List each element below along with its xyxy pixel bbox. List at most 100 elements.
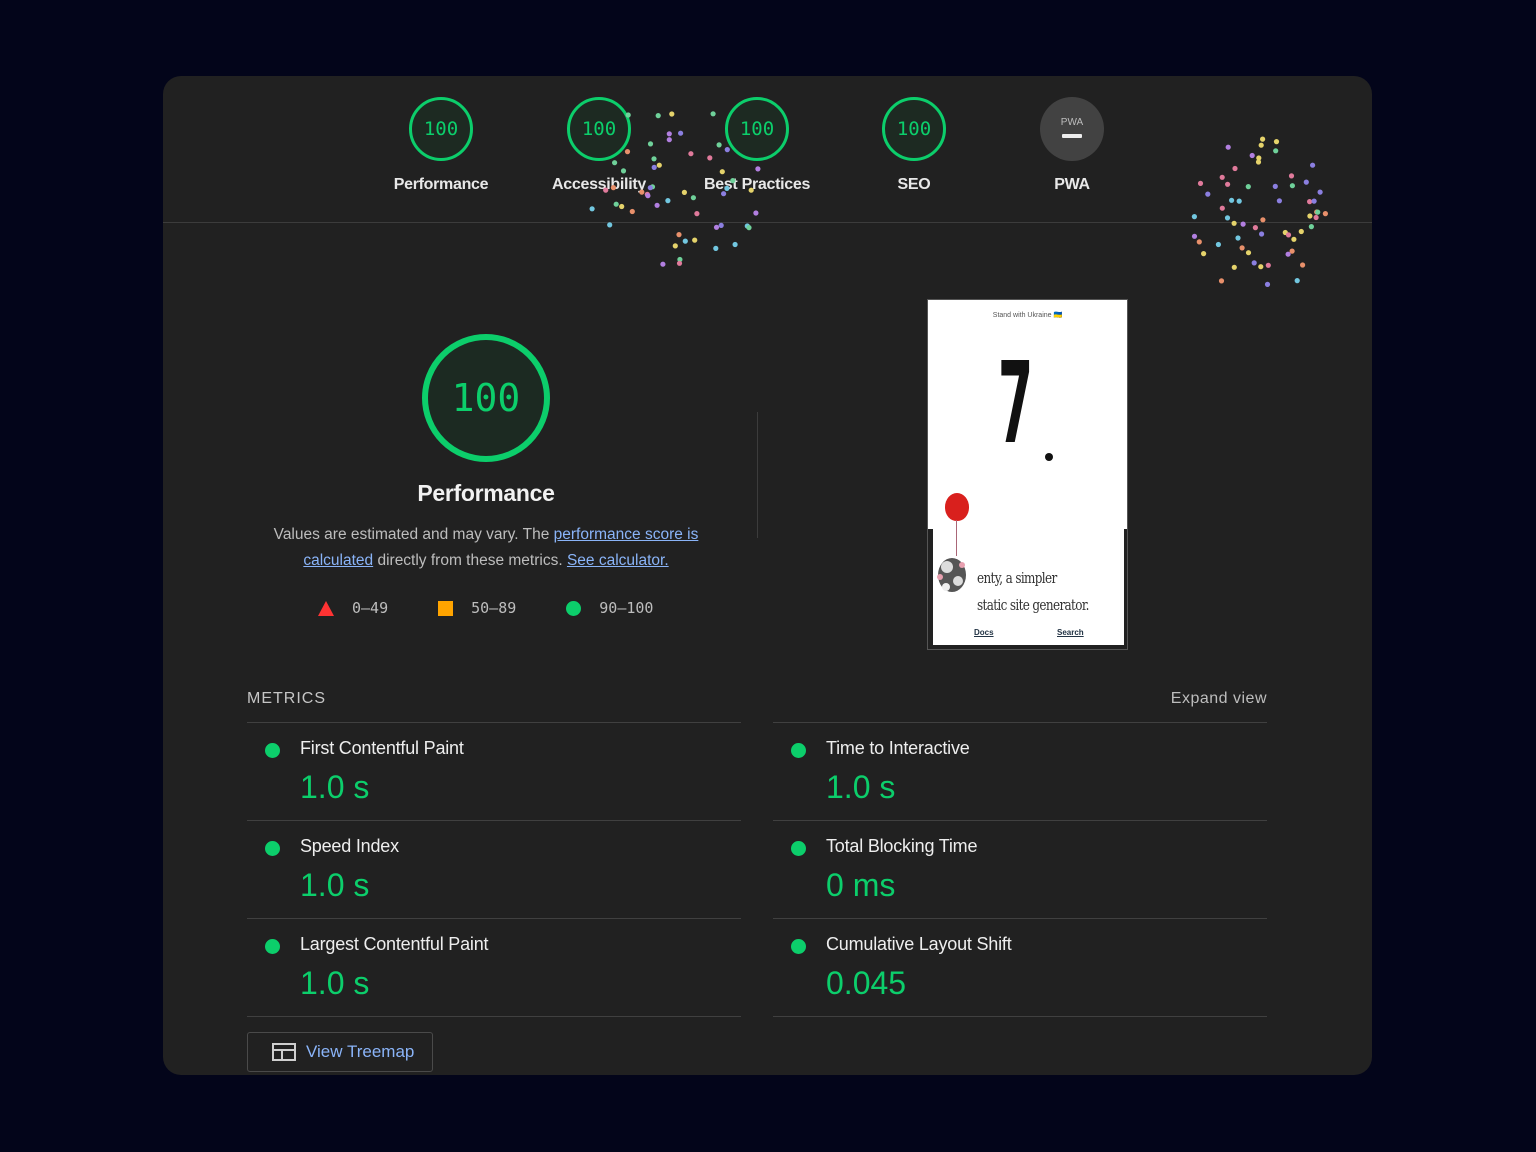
confetti-dot [1298, 228, 1304, 235]
gauge-accessibility[interactable]: 100 Accessibility [519, 97, 679, 194]
pwa-badge-icon: PWA [1040, 97, 1104, 161]
confetti-dot [1218, 278, 1225, 284]
confetti-dot [1289, 248, 1295, 254]
metric-row: Largest Contentful Paint 1.0 s [247, 918, 741, 1017]
gauge-pwa[interactable]: PWA PWA [992, 97, 1152, 194]
metric-name: Largest Contentful Paint [300, 934, 489, 954]
treemap-icon [272, 1043, 296, 1061]
pass-circle-icon [791, 743, 806, 758]
gauge-label: Best Practices [703, 176, 811, 193]
pass-circle-icon [265, 743, 280, 758]
metric-name: Total Blocking Time [826, 836, 978, 856]
confetti-dot [1201, 251, 1207, 257]
vertical-divider [757, 412, 758, 538]
pwa-dash-icon [1062, 133, 1082, 138]
confetti-dot [1285, 232, 1292, 238]
legend-range: 50–89 [471, 599, 517, 617]
square-icon [438, 600, 454, 616]
lighthouse-report-card: 100 Performance 100 Accessibility 100 Be… [163, 76, 1372, 1075]
confetti-dot [1191, 233, 1198, 239]
confetti-dot [1245, 250, 1252, 256]
gauge-ring: 100 [567, 97, 631, 161]
circle-icon [566, 600, 582, 616]
metric-row: Time to Interactive 1.0 s [773, 722, 1267, 820]
confetti-dot [1215, 241, 1221, 248]
confetti-dot [732, 241, 738, 248]
gauge-best-practices[interactable]: 100 Best Practices [677, 97, 837, 194]
screenshot-tagline: enty, a simpler static site generator. [977, 569, 1089, 614]
confetti-dot [677, 256, 683, 263]
legend-pass: 90–100 [566, 599, 653, 617]
gauge-label: Accessibility [552, 176, 646, 193]
confetti-dot [1265, 262, 1271, 268]
pass-circle-icon [791, 841, 806, 856]
desc-text: Values are estimated and may vary. The [273, 526, 554, 543]
legend-range: 0–49 [352, 599, 389, 617]
confetti-dot [718, 222, 724, 228]
confetti-dot [672, 243, 678, 249]
gauge-ring: 100 [882, 97, 946, 161]
treemap-label: View Treemap [306, 1042, 415, 1061]
confetti-dot [1258, 264, 1264, 270]
gauge-ring: 100 [409, 97, 473, 161]
see-calculator-link[interactable]: See calculator. [567, 552, 669, 569]
expand-view-toggle[interactable]: Expand view [1171, 690, 1267, 708]
metric-value: 0.045 [826, 965, 907, 1001]
metric-row: Cumulative Layout Shift 0.045 [773, 918, 1267, 1017]
metric-row: Total Blocking Time 0 ms [773, 820, 1267, 918]
metric-value: 1.0 s [300, 769, 370, 805]
confetti-dot [1285, 251, 1291, 257]
confetti-dot [660, 261, 666, 267]
metric-value: 1.0 s [300, 867, 370, 903]
pass-circle-icon [265, 841, 280, 856]
metric-value: 0 ms [826, 867, 896, 903]
confetti-dot [1282, 229, 1288, 236]
metrics-header: METRICS Expand view [247, 688, 1267, 708]
gauge-label: PWA [1054, 176, 1090, 193]
hero-dot [1045, 453, 1053, 461]
ukraine-banner: Stand with Ukraine 🇺🇦 [992, 312, 1063, 319]
confetti-dot [1259, 231, 1265, 237]
metric-value: 1.0 s [300, 965, 370, 1001]
confetti-dot [1300, 262, 1306, 268]
view-treemap-button[interactable]: View Treemap [247, 1032, 433, 1072]
performance-score-gauge: 100 [422, 334, 550, 462]
final-screenshot-thumbnail[interactable]: Stand with Ukraine 🇺🇦 7 enty, a simpler … [927, 299, 1128, 650]
confetti-dot [676, 260, 683, 266]
hero-glyph: 7 [998, 339, 1034, 469]
metrics-column-left: First Contentful Paint 1.0 s Speed Index… [247, 722, 741, 1017]
score-legend: 0–49 50–89 90–100 [318, 599, 703, 617]
pass-circle-icon [265, 939, 280, 954]
pass-circle-icon [791, 939, 806, 954]
screenshot-nav-docs: Docs [974, 628, 994, 637]
confetti-dot [744, 223, 750, 229]
metric-name: Cumulative Layout Shift [826, 934, 1012, 954]
metric-name: First Contentful Paint [300, 738, 464, 758]
desc-text: directly from these metrics. [373, 552, 567, 569]
metrics-column-right: Time to Interactive 1.0 s Total Blocking… [773, 722, 1267, 1017]
confetti-dot [746, 225, 752, 231]
gauge-performance[interactable]: 100 Performance [361, 97, 521, 194]
confetti-dot [1239, 245, 1245, 251]
metric-value: 1.0 s [826, 769, 896, 805]
confetti-dot [1235, 235, 1241, 241]
gauge-ring: 100 [725, 97, 789, 161]
performance-description: Values are estimated and may vary. The p… [263, 522, 709, 574]
pwa-badge-text: PWA [1060, 116, 1084, 128]
gauge-label: SEO [897, 176, 931, 193]
confetti-dot [1231, 264, 1237, 270]
possum-mascot-icon [937, 558, 966, 592]
metric-row: Speed Index 1.0 s [247, 820, 741, 918]
metric-name: Time to Interactive [826, 738, 970, 758]
confetti-dot [1251, 260, 1257, 266]
confetti-dot [607, 222, 613, 228]
confetti-dot [1264, 281, 1271, 287]
confetti-dot [713, 224, 720, 230]
gauge-seo[interactable]: 100 SEO [834, 97, 994, 194]
confetti-dot [1308, 224, 1314, 230]
score-gauges-bar: 100 Performance 100 Accessibility 100 Be… [163, 76, 1372, 223]
legend-average: 50–89 [438, 599, 516, 617]
metric-row: First Contentful Paint 1.0 s [247, 722, 741, 820]
confetti-dot [1196, 239, 1202, 245]
confetti-dot [676, 232, 682, 238]
